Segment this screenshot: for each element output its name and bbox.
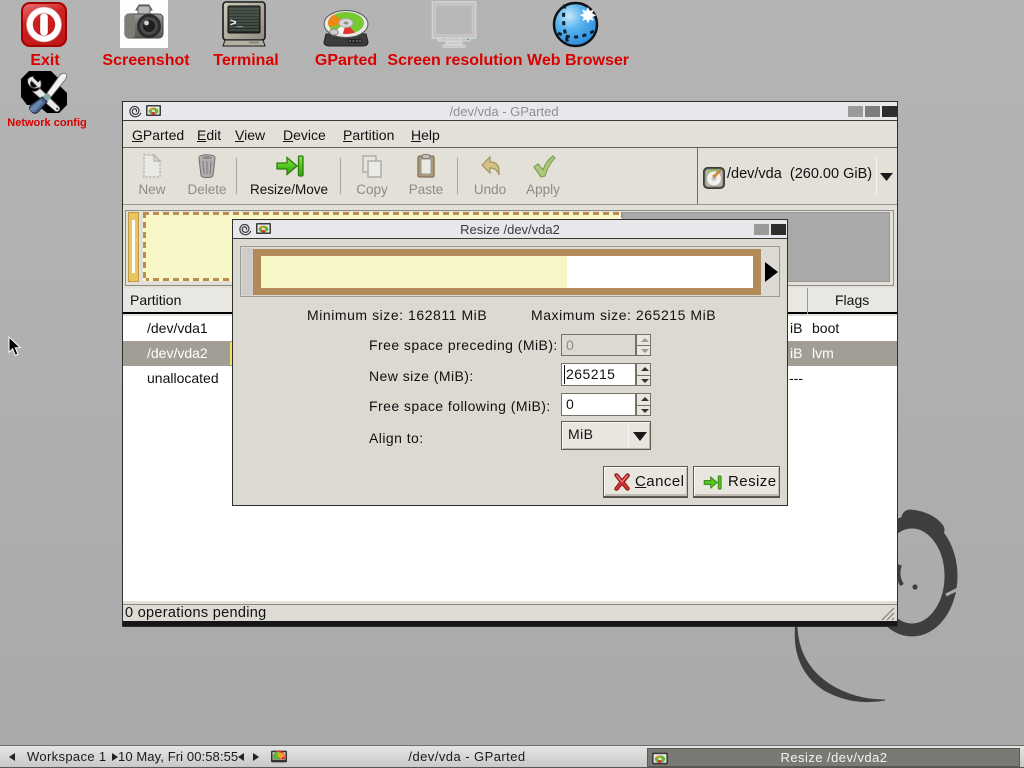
- svg-text:>_: >_: [230, 18, 244, 30]
